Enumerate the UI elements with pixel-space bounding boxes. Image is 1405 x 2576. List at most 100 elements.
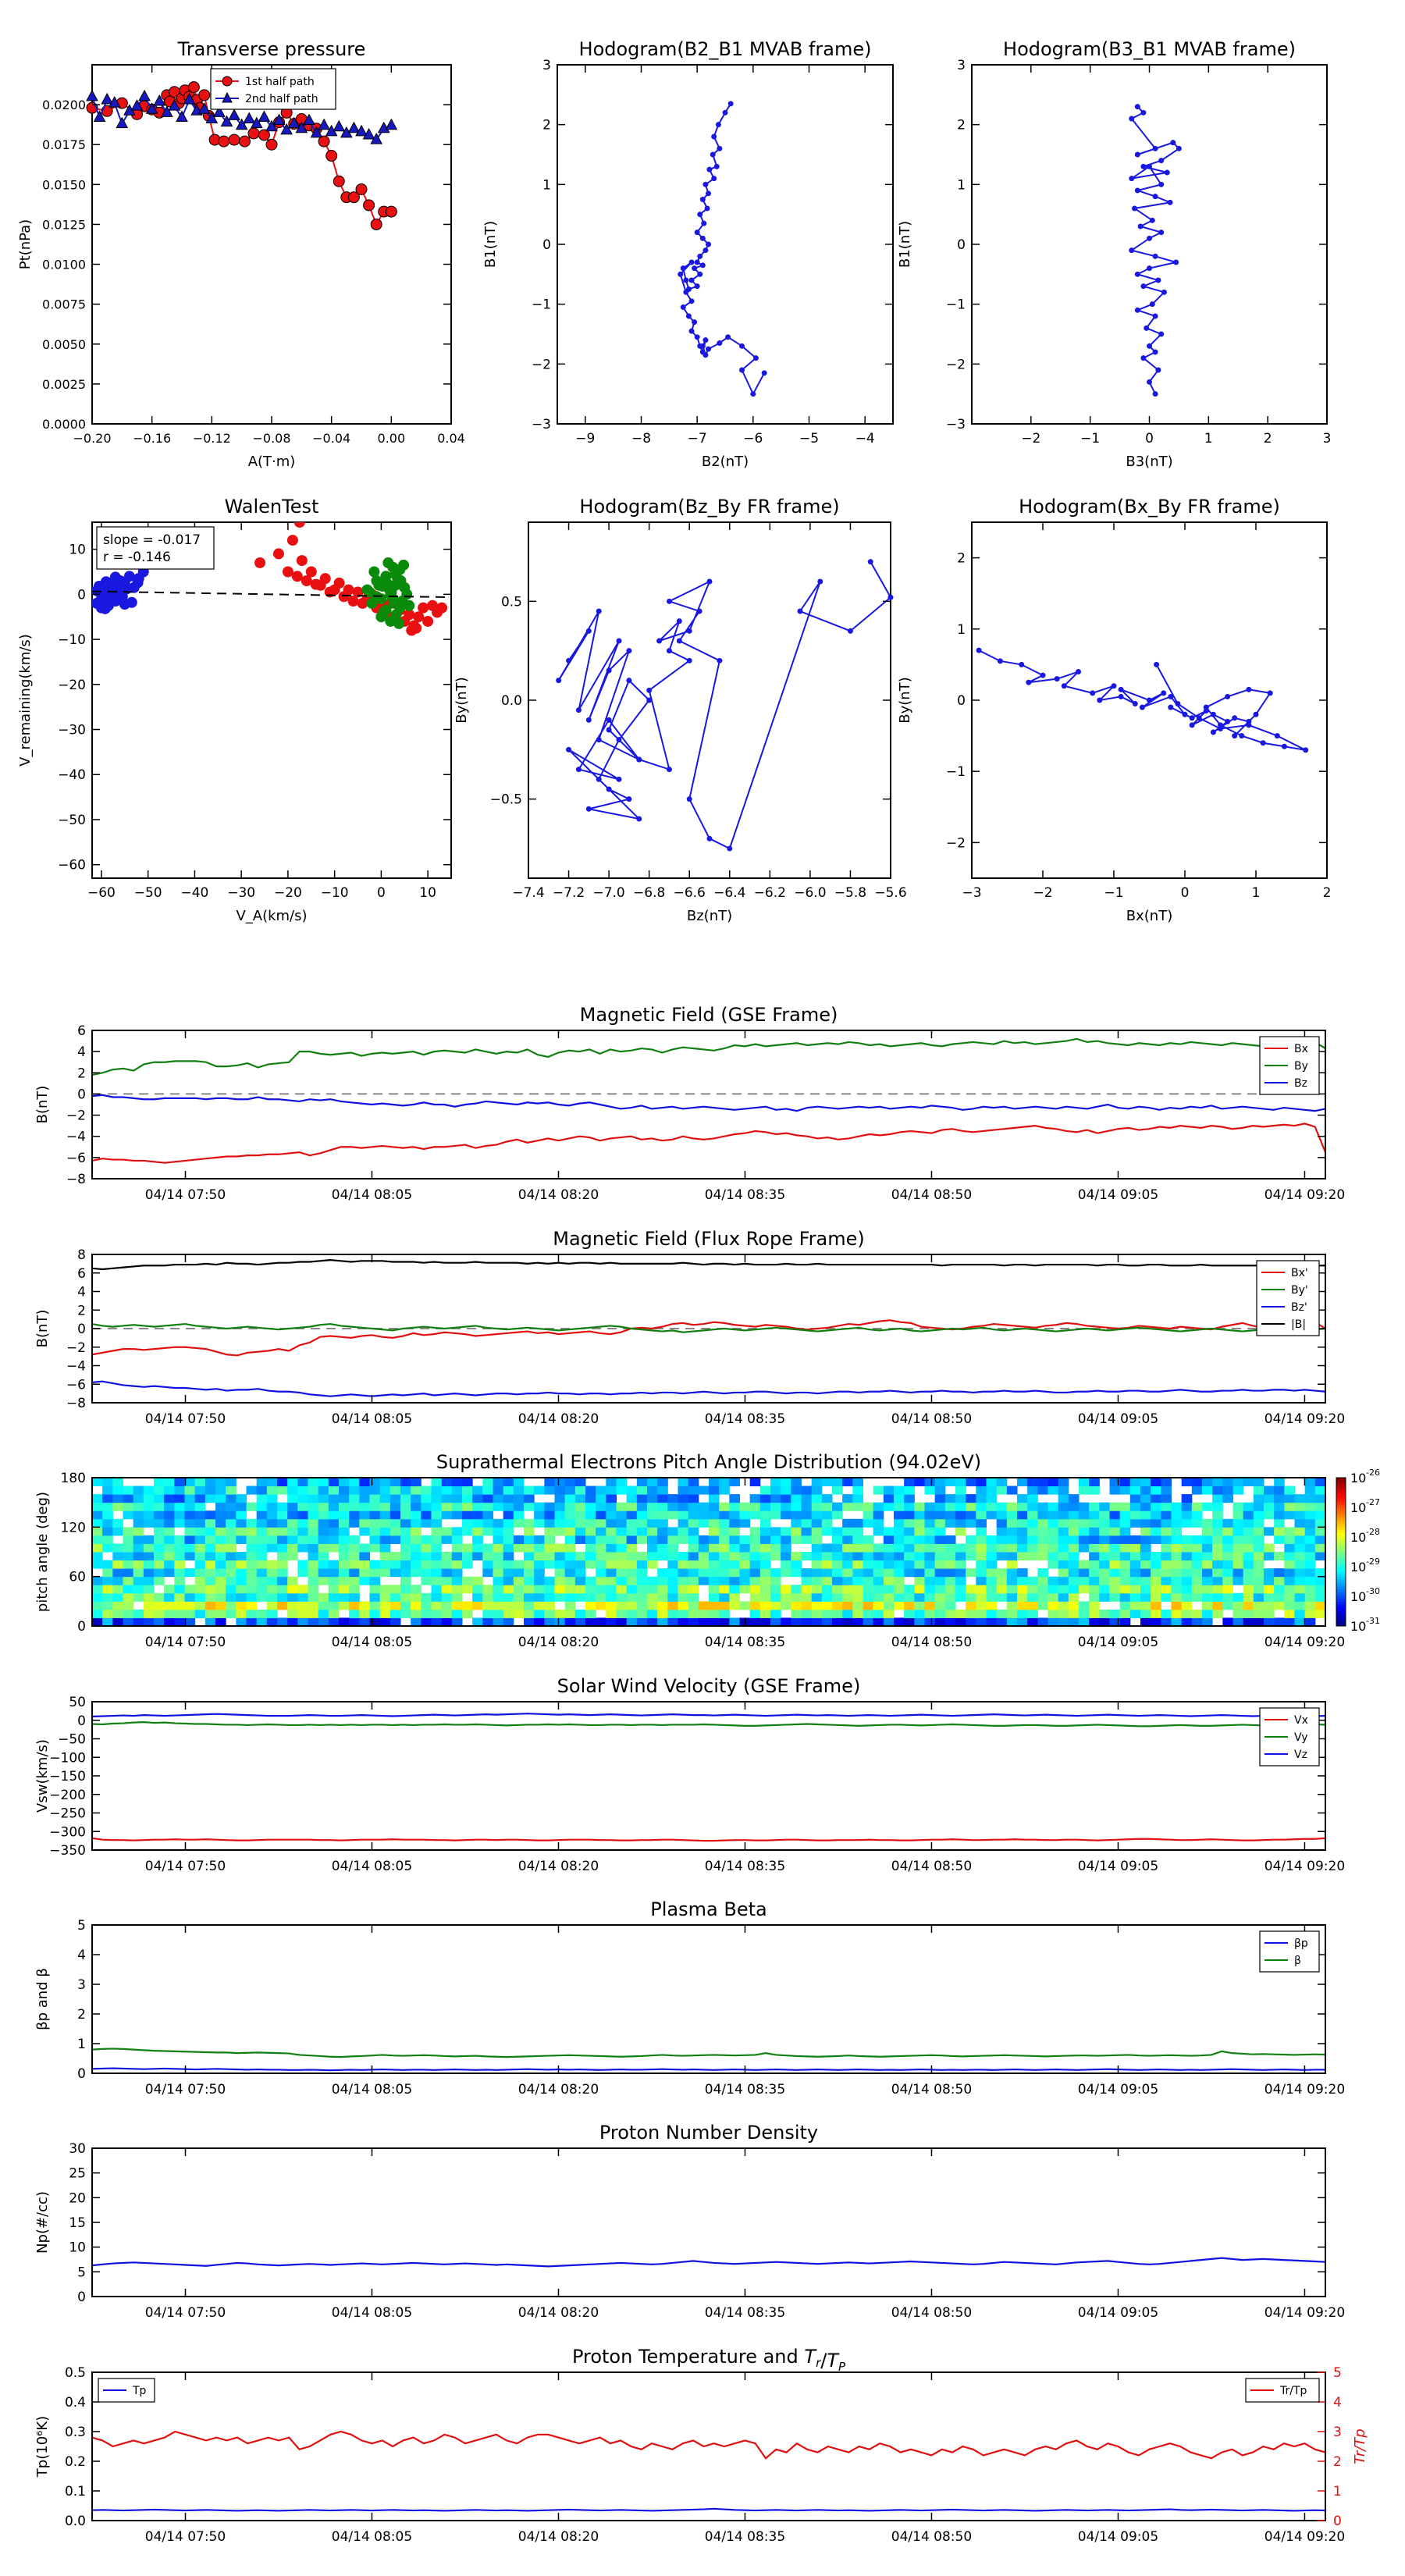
heatmap-cell [1079,1502,1090,1511]
heatmap-cell [92,1518,103,1528]
heatmap-cell [729,1527,740,1536]
heatmap-cell [1274,1485,1285,1495]
heatmap-cell [678,1617,689,1627]
heatmap-cell [1181,1552,1193,1561]
heatmap-cell [318,1568,329,1578]
heatmap-cell [924,1535,936,1544]
y-tick-label: 0 [77,1619,86,1635]
heatmap-cell [411,1543,422,1553]
chart-title: Proton Number Density [599,2122,818,2144]
heatmap-cell [894,1502,905,1511]
chart-title: Proton Temperature and Tr/TP [572,2346,846,2374]
heatmap-cell [184,1568,196,1578]
heatmap-cell [256,1494,268,1503]
heatmap-cell [1253,1527,1264,1536]
heatmap-cell [133,1527,144,1536]
heatmap-cell [154,1592,165,1602]
heatmap-cell [709,1510,720,1520]
heatmap-cell [421,1535,432,1544]
heatmap-cell [1284,1527,1295,1536]
heatmap-cell [821,1502,833,1511]
data-point [1118,686,1124,692]
heatmap-cell [801,1576,813,1585]
heatmap-cell [318,1617,329,1627]
heatmap-cell [266,1535,278,1544]
chart-title: Hodogram(Bz_By FR frame) [579,496,839,518]
chart-title: Plasma Beta [650,1898,767,1920]
heatmap-cell [688,1552,699,1561]
heatmap-cell [955,1502,966,1511]
x-tick-label: −7.4 [512,885,544,901]
heatmap-cell [719,1502,730,1511]
heatmap-cell [524,1485,535,1495]
heatmap-cell [411,1617,422,1627]
heatmap-cell [431,1552,443,1561]
data-point [1147,343,1152,349]
heatmap-cell [1171,1527,1183,1536]
y-tick-label: 180 [61,1471,86,1486]
x-tick-label: 04/14 08:20 [518,1411,599,1427]
heatmap-cell [287,1617,298,1627]
colorbar-tick-base: 10 [1350,1619,1366,1634]
heatmap-cell [596,1535,606,1544]
heatmap-cell [112,1576,123,1585]
heatmap-cell [739,1568,751,1578]
y-tick-label: 0 [77,1087,86,1102]
heatmap-cell [1314,1535,1326,1544]
data-point [727,101,734,107]
heatmap-cell [709,1617,720,1627]
heatmap-cell [1006,1601,1018,1610]
y-tick-label: 2 [957,551,966,567]
heatmap-cell [749,1609,761,1618]
x-tick-label: −7.2 [553,885,585,901]
data-point [626,648,632,654]
heatmap-cell [1048,1478,1059,1487]
heatmap-cell [976,1518,987,1528]
heatmap-cell [914,1510,925,1520]
heatmap-cell [503,1510,514,1520]
colorbar-segment [1336,1500,1346,1503]
heatmap-cell [924,1543,936,1553]
data-point [694,283,700,290]
y-tick-label: 0.3 [65,2425,86,2440]
heatmap-cell [421,1568,432,1578]
heatmap-cell [1304,1568,1316,1578]
heatmap-cell [266,1576,278,1585]
heatmap-cell [389,1527,401,1536]
heatmap-cell [842,1478,853,1487]
heatmap-cell [811,1609,823,1618]
heatmap-cell [944,1502,956,1511]
heatmap-cell [1202,1527,1213,1536]
x-tick-label: −7 [688,431,707,447]
heatmap-cell [1109,1585,1121,1594]
heatmap-cell [739,1576,751,1585]
heatmap-cell [657,1552,668,1561]
heatmap-cell [339,1518,350,1528]
heatmap-cell [123,1592,134,1602]
heatmap-cell [441,1527,453,1536]
heatmap-cell [873,1592,884,1602]
heatmap-cell [698,1502,710,1511]
heatmap-cell [369,1585,381,1594]
data-point [1168,693,1174,699]
heatmap-cell [482,1552,493,1561]
heatmap-cell [729,1518,740,1528]
heatmap-cell [133,1510,144,1520]
x-tick-label: −3 [962,885,981,901]
y-tick-label: 0 [542,237,551,253]
heatmap-cell [719,1560,730,1569]
heatmap-cell [421,1494,432,1503]
y-tick-label: 10 [69,2240,86,2256]
heatmap-cell [1232,1518,1244,1528]
heatmap-cell [431,1510,443,1520]
data-point [1203,704,1209,710]
data-point [1134,307,1140,313]
heatmap-cell [678,1485,689,1495]
heatmap-cell [174,1560,185,1569]
heatmap-cell [287,1502,298,1511]
heatmap-cell [729,1560,740,1569]
y-axis-label: Pt(nPa) [17,219,34,269]
heatmap-cell [821,1560,833,1569]
heatmap-cell [297,1592,308,1602]
heatmap-cell [894,1535,905,1544]
